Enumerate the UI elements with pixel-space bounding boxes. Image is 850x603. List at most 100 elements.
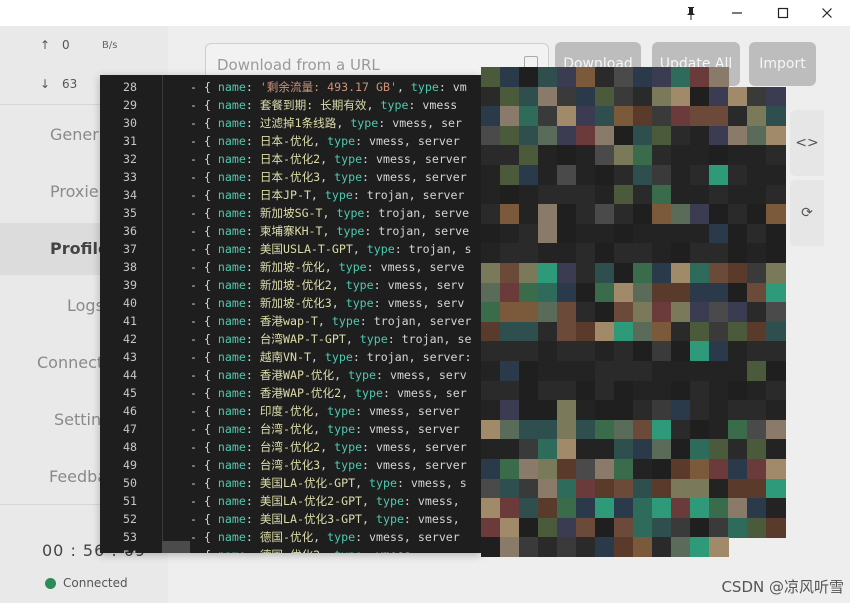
mosaic-tile [576, 67, 596, 87]
download-speed: ↓ 63 [40, 77, 102, 91]
mosaic-tile [614, 439, 634, 460]
mosaic-tile [690, 165, 710, 185]
mosaic-tile [709, 459, 729, 479]
mosaic-tile [766, 439, 786, 460]
sidebar-item-logs[interactable]: Logs [67, 296, 104, 315]
mosaic-tile [557, 517, 577, 538]
sidebar-item-settings[interactable]: Settin [54, 410, 101, 429]
mosaic-tile [500, 67, 520, 87]
mosaic-tile [614, 145, 634, 166]
mosaic-tile [671, 67, 691, 87]
mosaic-tile [614, 419, 634, 440]
mosaic-tile [500, 106, 520, 127]
pin-icon[interactable] [668, 0, 714, 26]
mosaic-tile [576, 165, 596, 185]
mosaic-tile [500, 302, 520, 323]
mosaic-tile [500, 145, 520, 166]
mosaic-tile [633, 439, 653, 460]
mosaic-tile [519, 243, 539, 264]
mosaic-tile [633, 165, 653, 185]
code-view-icon[interactable]: <> [790, 110, 824, 176]
code-text: - { name: 印度-优化, type: vmess, server [190, 404, 460, 418]
mosaic-tile [538, 106, 558, 127]
mosaic-tile [481, 223, 501, 244]
mosaic-tile [614, 380, 634, 401]
mosaic-tile [728, 243, 748, 264]
mosaic-tile [671, 243, 691, 264]
line-number: 44 [123, 368, 137, 382]
line-number: 28 [123, 80, 137, 94]
code-text: - { name: 香港wap-T, type: trojan, server [190, 314, 472, 328]
mosaic-tile [500, 478, 520, 499]
mosaic-tile [652, 223, 672, 244]
line-number: 30 [123, 116, 137, 130]
mosaic-tile [500, 184, 520, 205]
mosaic-tile [747, 439, 767, 460]
mosaic-tile [766, 184, 786, 205]
mosaic-tile [766, 419, 786, 440]
mosaic-tile [766, 321, 786, 342]
sidebar-item-connections[interactable]: Connect [37, 353, 103, 372]
line-number: 52 [123, 512, 137, 526]
mosaic-tile [690, 419, 710, 440]
mosaic-tile [766, 106, 786, 127]
mosaic-tile [500, 498, 520, 519]
line-number: 42 [123, 332, 137, 346]
mosaic-tile [747, 243, 767, 264]
mosaic-tile [576, 380, 596, 401]
horizontal-scrollbar[interactable] [162, 541, 190, 553]
line-number: 50 [123, 476, 137, 490]
maximize-icon[interactable] [760, 0, 806, 26]
mosaic-tile [671, 459, 691, 479]
mosaic-tile [595, 478, 615, 499]
mosaic-tile [557, 419, 577, 440]
mosaic-tile [519, 498, 539, 519]
mosaic-tile [614, 86, 634, 107]
mosaic-tile [671, 204, 691, 225]
mosaic-tile [519, 165, 539, 185]
code-text: - { name: 过滤掉1条线路, type: vmess, ser [190, 116, 463, 130]
mosaic-tile [500, 243, 520, 264]
mosaic-tile [728, 223, 748, 244]
mosaic-tile [652, 86, 672, 107]
mosaic-tile [538, 204, 558, 225]
code-text: - { name: 美国LA-优化3-GPT, type: vmess, [190, 512, 460, 526]
mosaic-tile [481, 145, 501, 166]
upload-speed: ↑ 0 B/s [40, 38, 117, 52]
mosaic-tile [614, 321, 634, 342]
minimize-icon[interactable] [714, 0, 760, 26]
close-icon[interactable] [804, 0, 850, 26]
mosaic-tile [595, 86, 615, 107]
mosaic-tile [652, 419, 672, 440]
mosaic-tile [690, 223, 710, 244]
mosaic-tile [709, 361, 729, 381]
sidebar-item-proxies[interactable]: Proxie [50, 182, 99, 201]
mosaic-tile [747, 106, 767, 127]
code-text: - { name: 新加坡-优化, type: vmess, serve [190, 260, 465, 274]
mosaic-tile [652, 302, 672, 323]
mosaic-tile [519, 419, 539, 440]
mosaic-tile [633, 459, 653, 479]
mosaic-tile [519, 145, 539, 166]
mosaic-tile [652, 478, 672, 499]
line-number: 41 [123, 314, 137, 328]
code-editor[interactable]: 28 - { name: '剩余流量: 493.17 GB', type: vm 2… [100, 75, 481, 553]
sidebar-item-general[interactable]: Gener [50, 125, 99, 144]
mosaic-tile [766, 361, 786, 381]
mosaic-tile [709, 263, 729, 283]
mosaic-tile [747, 400, 767, 421]
mosaic-tile [481, 106, 501, 127]
mosaic-tile [576, 361, 596, 381]
mosaic-tile [519, 361, 539, 381]
refresh-icon[interactable]: ⟳ [790, 180, 824, 246]
sidebar-item-feedback[interactable]: Feedba [49, 467, 107, 486]
mosaic-tile [576, 321, 596, 342]
mosaic-tile [690, 184, 710, 205]
mosaic-tile [652, 184, 672, 205]
mosaic-tile [519, 380, 539, 401]
code-text: - { name: 德国-优化, type: vmess, server [190, 530, 460, 544]
mosaic-tile [671, 165, 691, 185]
mosaic-tile [633, 302, 653, 323]
mosaic-tile [671, 184, 691, 205]
mosaic-tile [633, 321, 653, 342]
